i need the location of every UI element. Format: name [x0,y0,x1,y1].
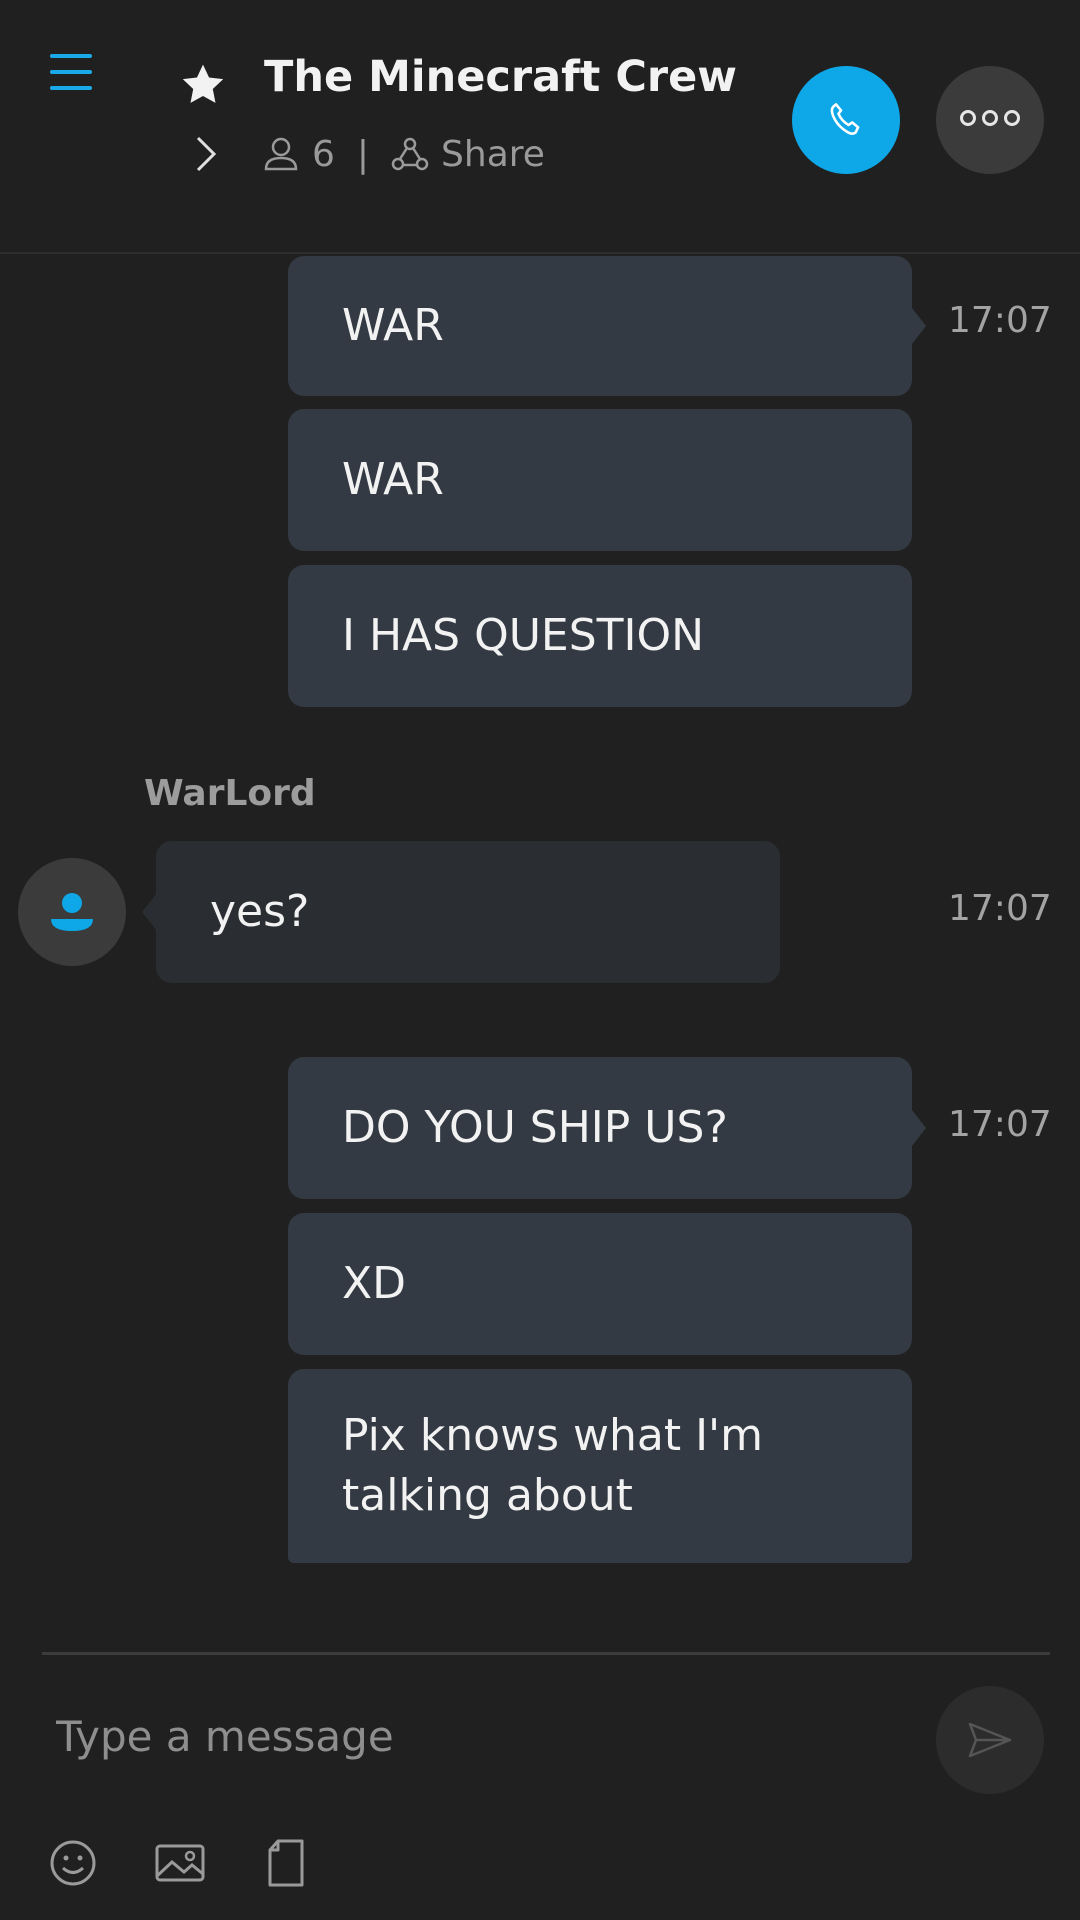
message-text: yes? [210,886,310,937]
message-input[interactable] [54,1700,918,1772]
message-bubble[interactable]: WAR [288,256,926,396]
meta-separator: | [356,133,370,175]
message-bubble[interactable]: XD [288,1213,912,1355]
message-bubble[interactable]: DO YOU SHIP US? [288,1057,926,1199]
share-button[interactable]: Share [391,134,545,175]
compose-divider [42,1652,1050,1655]
person-icon [51,893,93,931]
conversation-title[interactable]: The Minecraft Crew [264,52,737,102]
message-text: I HAS QUESTION [342,610,705,661]
more-dots-icon [957,110,1023,130]
star-icon[interactable] [178,60,228,110]
send-icon [968,1722,1012,1758]
share-label: Share [441,133,545,175]
participants-count[interactable]: 6 [312,134,335,175]
more-options-button[interactable] [936,66,1044,174]
share-icon [391,137,429,171]
call-button[interactable] [792,66,900,174]
message-bubble[interactable]: WAR [288,409,912,551]
chat-header: The Minecraft Crew 6 | Share [0,0,1080,252]
message-text: DO YOU SHIP US? [342,1102,728,1153]
hamburger-menu-icon[interactable] [50,54,92,90]
sender-name: WarLord [144,773,316,814]
message-bubble[interactable]: I HAS QUESTION [288,565,912,707]
message-timestamp: 17:07 [948,888,1052,929]
image-icon[interactable] [154,1838,206,1888]
message-bubble[interactable]: Pix knows what I'm talking about [288,1369,912,1563]
send-button[interactable] [936,1686,1044,1794]
message-timestamp: 17:07 [948,1104,1052,1145]
message-text: WAR [342,454,444,505]
file-icon[interactable] [266,1838,306,1888]
avatar[interactable] [18,858,126,966]
message-text: Pix knows what I'm talking about [342,1410,764,1521]
message-text: XD [342,1258,407,1309]
message-text: WAR [342,300,444,351]
header-divider [0,252,1080,254]
message-bubble-incoming[interactable]: yes? [142,841,780,983]
person-icon [264,137,298,171]
phone-icon [830,103,860,135]
emoji-icon[interactable] [48,1838,98,1888]
message-timestamp: 17:07 [948,300,1052,341]
chevron-right-icon[interactable] [192,134,220,174]
conversation-meta: 6 | Share [264,128,545,180]
